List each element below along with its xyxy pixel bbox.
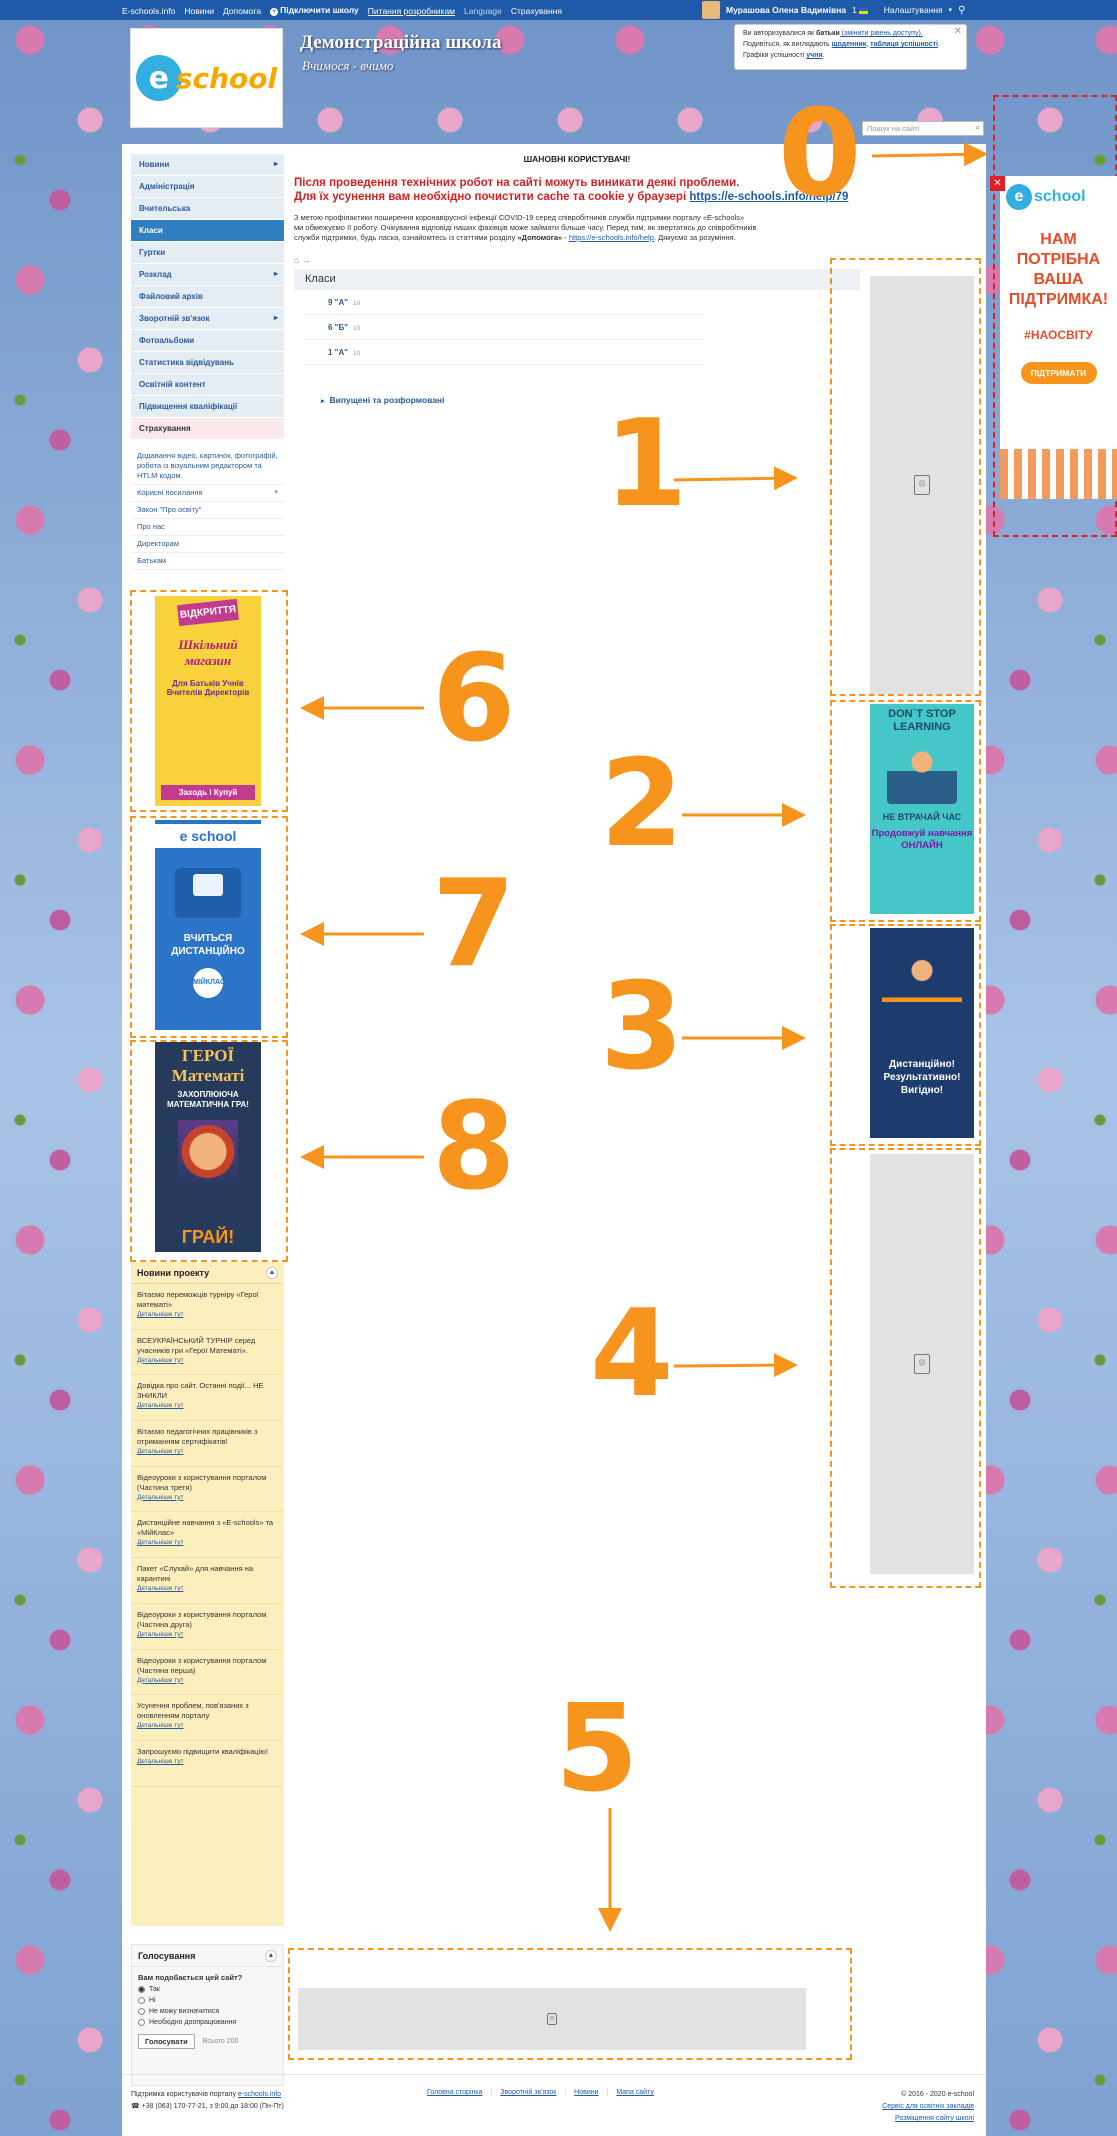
annotation-arrows bbox=[300, 142, 988, 1932]
arrow-4 bbox=[673, 1353, 798, 1378]
arrow-1 bbox=[673, 466, 798, 491]
arrow-0 bbox=[871, 142, 988, 167]
